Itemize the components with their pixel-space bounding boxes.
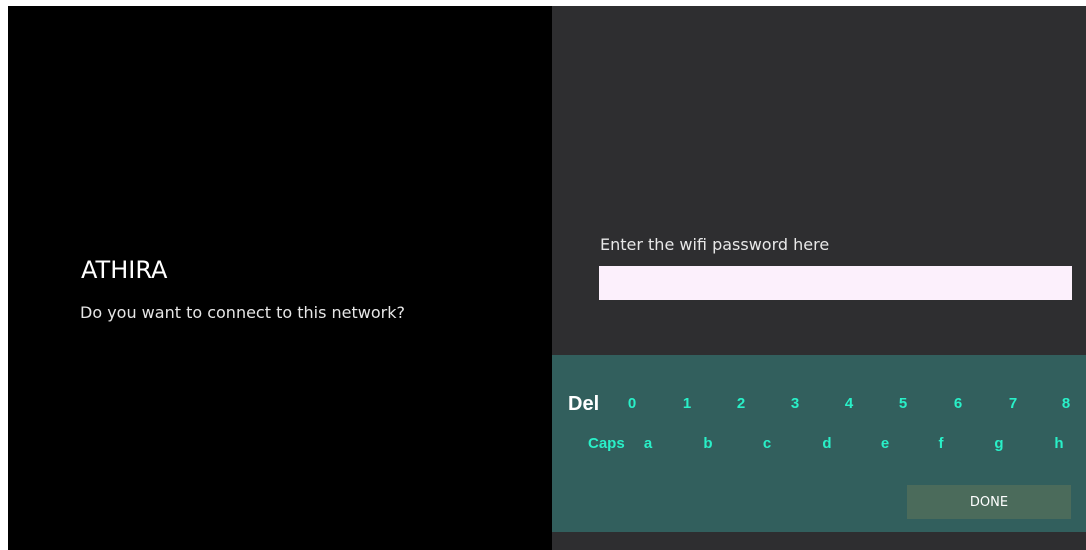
wifi-password-input[interactable]: [599, 266, 1072, 300]
key-f[interactable]: f: [939, 430, 944, 458]
key-c[interactable]: c: [763, 430, 771, 458]
key-5[interactable]: 5: [899, 390, 907, 418]
bottom-strip: [552, 532, 1086, 550]
tv-screen: ATHIRA Do you want to connect to this ne…: [8, 6, 1086, 550]
keyboard-row-numbers: Del 0 1 2 3 4 5 6 7 8: [552, 390, 1086, 418]
password-label: Enter the wifi password here: [600, 235, 830, 254]
key-6[interactable]: 6: [954, 390, 962, 418]
key-h[interactable]: h: [1054, 430, 1063, 458]
password-panel: Enter the wifi password here Del 0 1 2 3…: [552, 6, 1086, 550]
connect-question: Do you want to connect to this network?: [80, 303, 405, 322]
done-button[interactable]: DONE: [907, 485, 1071, 519]
key-2[interactable]: 2: [737, 390, 745, 418]
keyboard-row-letters: Caps a b c d e f g h: [552, 430, 1086, 458]
key-e[interactable]: e: [881, 430, 889, 458]
key-8[interactable]: 8: [1062, 390, 1070, 418]
key-3[interactable]: 3: [791, 390, 799, 418]
on-screen-keyboard: Del 0 1 2 3 4 5 6 7 8 Caps a b c d e f g: [552, 355, 1086, 532]
key-1[interactable]: 1: [683, 390, 691, 418]
key-0[interactable]: 0: [628, 390, 636, 418]
key-a[interactable]: a: [644, 430, 652, 458]
caps-key[interactable]: Caps: [588, 430, 625, 458]
delete-key[interactable]: Del: [568, 390, 599, 418]
network-name: ATHIRA: [81, 256, 168, 284]
key-4[interactable]: 4: [845, 390, 853, 418]
key-g[interactable]: g: [994, 430, 1003, 458]
network-info-panel: ATHIRA Do you want to connect to this ne…: [8, 6, 552, 550]
key-b[interactable]: b: [703, 430, 712, 458]
key-d[interactable]: d: [822, 430, 831, 458]
key-7[interactable]: 7: [1009, 390, 1017, 418]
